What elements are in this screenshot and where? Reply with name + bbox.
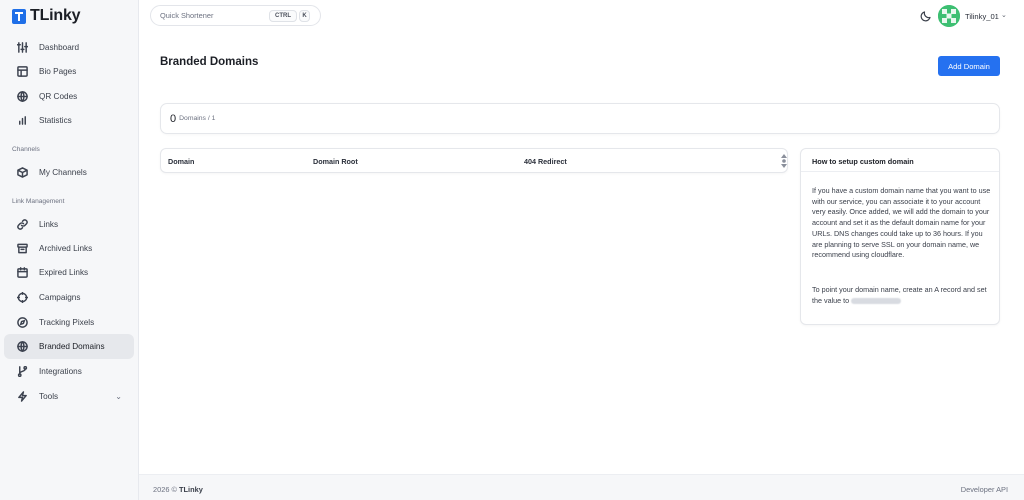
sidebar-item-expired-links[interactable]: Expired Links	[4, 260, 134, 285]
divider	[801, 171, 999, 172]
target-icon	[17, 292, 28, 303]
layout-icon	[17, 66, 28, 77]
sidebar-item-label: Integrations	[39, 367, 82, 376]
shortcut-k-key: K	[299, 10, 310, 22]
logo-text: TLinky	[30, 7, 81, 24]
sidebar-item-statistics[interactable]: Statistics	[4, 108, 134, 133]
copyright-brand: TLinky	[179, 485, 203, 494]
column-header-domain-root[interactable]: Domain Root	[313, 157, 358, 166]
copyright: 2026 © TLinky	[153, 485, 203, 494]
avatar[interactable]	[938, 5, 960, 27]
sidebar-item-archived-links[interactable]: Archived Links	[4, 236, 134, 261]
box-icon	[17, 167, 28, 178]
sidebar-item-my-channels[interactable]: My Channels	[4, 160, 134, 185]
developer-api-link[interactable]: Developer API	[961, 485, 1008, 494]
copyright-year: 2026 ©	[153, 485, 177, 494]
sidebar-item-label: Links	[39, 220, 59, 229]
sidebar-item-label: Dashboard	[39, 43, 80, 52]
compass-icon	[17, 317, 28, 328]
zap-icon	[17, 391, 28, 402]
sidebar-item-label: Bio Pages	[39, 67, 77, 76]
calendar-icon	[17, 267, 28, 278]
sort-icon[interactable]	[780, 153, 788, 169]
sidebar-item-label: Tracking Pixels	[39, 318, 95, 327]
sidebar-item-tools[interactable]: Tools ⌄	[4, 384, 134, 409]
user-menu-chevron-icon[interactable]: ⌄	[1001, 11, 1007, 19]
sidebar-item-label: Archived Links	[39, 244, 93, 253]
search-placeholder: Quick Shortener	[160, 11, 214, 20]
username[interactable]: Tilinky_01	[965, 12, 999, 21]
domain-count-value: 0	[170, 112, 177, 125]
sidebar-item-label: Statistics	[39, 116, 72, 125]
dark-mode-toggle-icon[interactable]	[920, 10, 932, 22]
sidebar: TLinky Dashboard Bio Pages QR Codes Stat…	[0, 0, 139, 500]
domain-count-label: Domains / 1	[179, 115, 216, 122]
git-branch-icon	[17, 366, 28, 377]
quick-shortener-search[interactable]: Quick Shortener CTRL K	[150, 5, 321, 26]
chevron-down-icon: ⌄	[115, 392, 122, 401]
sidebar-item-label: Tools	[39, 392, 59, 401]
link-icon	[17, 219, 28, 230]
shortcut-ctrl-key: CTRL	[269, 10, 297, 22]
sidebar-item-branded-domains[interactable]: Branded Domains	[4, 334, 134, 359]
qr-icon	[17, 91, 28, 102]
add-domain-button[interactable]: Add Domain	[938, 56, 1000, 76]
sidebar-item-integrations[interactable]: Integrations	[4, 359, 134, 384]
help-paragraph-dns: To point your domain name, create an A r…	[812, 285, 992, 306]
logo[interactable]: TLinky	[12, 7, 81, 25]
sidebar-item-links[interactable]: Links	[4, 212, 134, 237]
sidebar-item-label: Campaigns	[39, 293, 81, 302]
page-title: Branded Domains	[160, 56, 259, 68]
sidebar-item-qr-codes[interactable]: QR Codes	[4, 84, 134, 109]
column-header-domain[interactable]: Domain	[168, 157, 194, 166]
globe-icon	[17, 341, 28, 352]
redacted-ip-value	[851, 297, 902, 304]
sidebar-item-bio-pages[interactable]: Bio Pages	[4, 59, 134, 84]
sidebar-item-campaigns[interactable]: Campaigns	[4, 285, 134, 310]
help-title: How to setup custom domain	[812, 157, 914, 166]
column-header-404-redirect[interactable]: 404 Redirect	[524, 157, 567, 166]
avatar-pattern-icon	[938, 5, 960, 27]
sidebar-item-tracking-pixels[interactable]: Tracking Pixels	[4, 310, 134, 335]
sidebar-item-label: My Channels	[39, 168, 87, 177]
sidebar-item-dashboard[interactable]: Dashboard	[4, 35, 134, 60]
bar-chart-icon	[17, 115, 28, 126]
sidebar-item-label: QR Codes	[39, 92, 78, 101]
custom-domain-help-card: How to setup custom domain If you have a…	[800, 148, 1000, 325]
section-label-channels: Channels	[12, 146, 40, 153]
section-label-link-management: Link Management	[12, 198, 65, 205]
sidebar-item-label: Expired Links	[39, 268, 89, 277]
help-paragraph: If you have a custom domain name that yo…	[812, 186, 991, 260]
domain-count-card: 0 Domains / 1	[160, 103, 1000, 134]
sliders-icon	[17, 42, 28, 53]
domains-table: Domain Domain Root 404 Redirect	[160, 148, 788, 173]
archive-icon	[17, 243, 28, 254]
sidebar-item-label: Branded Domains	[39, 342, 105, 351]
footer: 2026 © TLinky Developer API	[139, 474, 1024, 500]
logo-icon	[12, 8, 26, 24]
